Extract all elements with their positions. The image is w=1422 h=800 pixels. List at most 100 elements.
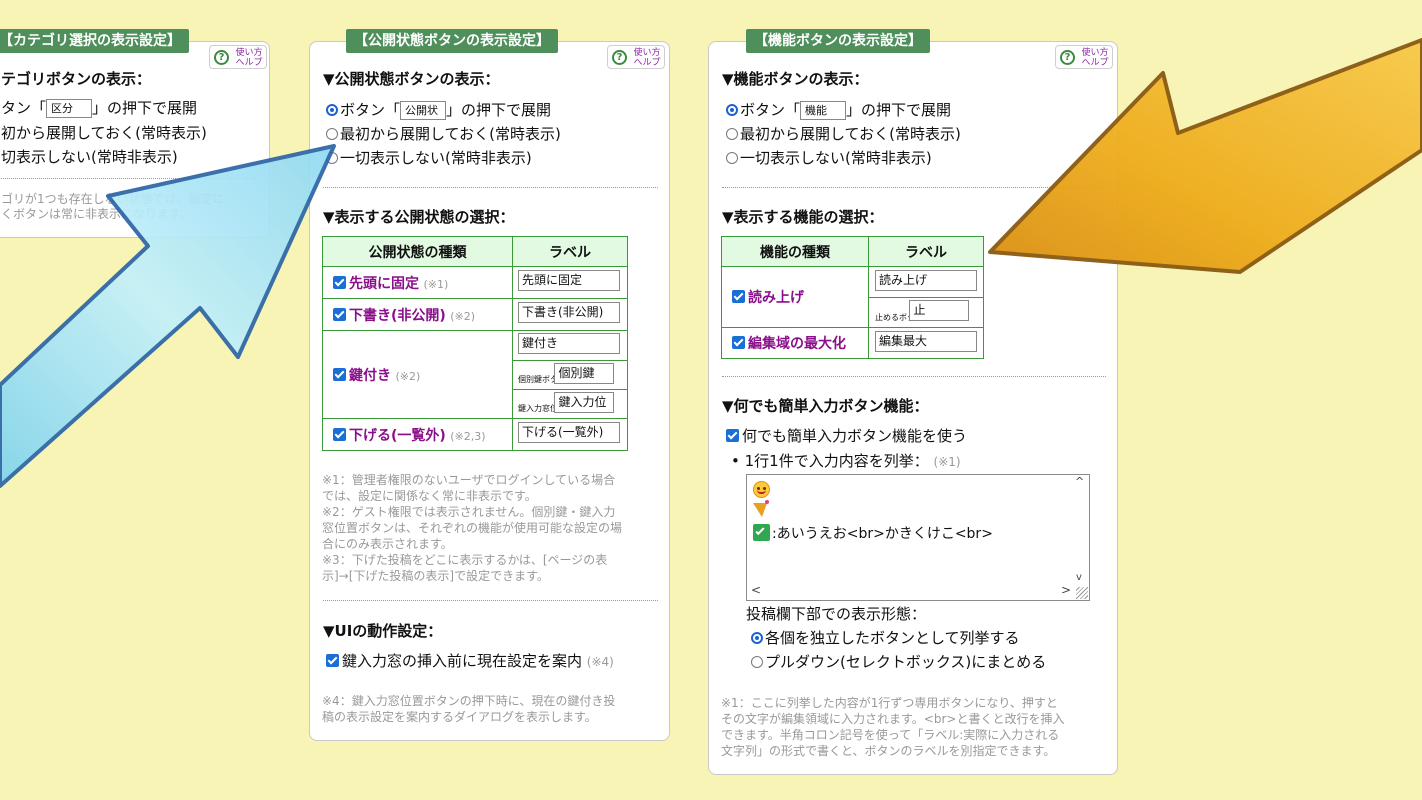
column-header-label: ラベル xyxy=(868,236,984,267)
radio-option-always-show[interactable]: 最初から展開しておく(常時表示) xyxy=(326,124,561,144)
divider xyxy=(722,376,1106,377)
column-header-type: 機能の種類 xyxy=(721,236,869,267)
sub-caption: 個別鍵ボタン xyxy=(518,375,566,384)
section-heading: ▼何でも簡単入力ボタン機能： xyxy=(722,397,929,415)
scroll-right-icon[interactable]: > xyxy=(1061,583,1071,597)
checkbox-pin[interactable] xyxy=(333,275,346,289)
checkbox-lower[interactable] xyxy=(333,427,346,441)
note-line: ※4：鍵入力窓位置ボタンの押下時に、現在の鍵付き投 xyxy=(322,694,616,708)
type-cell: 下書き(非公開) (※2) xyxy=(322,298,513,331)
radio-unselected[interactable] xyxy=(726,152,738,164)
checkbox-read-aloud[interactable] xyxy=(732,290,745,303)
scroll-down-icon[interactable]: v xyxy=(1076,572,1082,583)
help-button[interactable]: ? 使い方ヘルプ xyxy=(607,45,665,69)
label-input-maximize[interactable]: 編集最大 xyxy=(875,330,977,352)
type-name: 読み上げ xyxy=(748,290,804,306)
label-input-stop[interactable]: 止 xyxy=(909,300,970,321)
function-button-label-input[interactable]: 機能 xyxy=(800,101,847,120)
help-button[interactable]: ? 使い方ヘルプ xyxy=(1055,45,1113,69)
radio-selected[interactable] xyxy=(726,104,738,116)
resize-grip-icon[interactable] xyxy=(1076,587,1088,599)
textarea-line: :あいうえお<br>かきくけこ<br> xyxy=(772,526,993,542)
divider xyxy=(323,600,658,601)
option-text: プルダウン(セレクトボックス)にまとめる xyxy=(765,653,1047,671)
option-text: タン「 xyxy=(1,99,47,117)
label-input-lower[interactable]: 下げる(一覧外) xyxy=(518,422,620,443)
radio-option-never-show[interactable]: 切表示しない(常時非表示) xyxy=(1,147,178,167)
radio-option-button-expand[interactable]: タン「 区分 」の押下で展開 xyxy=(1,98,197,118)
checkbox-maximize[interactable] xyxy=(732,336,745,349)
visibility-button-label-input[interactable]: 公開状 xyxy=(400,101,447,120)
label-input-individual-key[interactable]: 個別鍵 xyxy=(554,362,615,384)
note-line: 窓位置ボタンは、それぞれの機能が使用可能な設定の場 xyxy=(322,521,623,535)
divider xyxy=(323,187,658,188)
section-heading: ▼UIの動作設定： xyxy=(323,622,443,640)
scroll-up-icon[interactable]: ^ xyxy=(1075,475,1084,488)
option-text: 」の押下で展開 xyxy=(92,99,198,117)
radio-option-independent-buttons[interactable]: 各個を独立したボタンとして列挙する xyxy=(751,628,1020,648)
divider xyxy=(1,178,256,179)
panel-title: 【カテゴリ選択の表示設定】 xyxy=(0,29,189,53)
section-heading: ▼公開状態ボタンの表示： xyxy=(323,70,500,88)
radio-option-always-show[interactable]: 最初から展開しておく(常時表示) xyxy=(726,124,961,144)
help-label: 使い方ヘルプ xyxy=(633,48,661,68)
radio-unselected[interactable] xyxy=(326,152,338,164)
section-heading: ▼機能ボタンの表示： xyxy=(722,70,869,88)
help-label: 使い方ヘルプ xyxy=(1081,48,1109,68)
radio-option-never-show[interactable]: 一切表示しない(常時非表示) xyxy=(726,148,932,168)
radio-unselected[interactable] xyxy=(726,128,738,140)
checkbox-key-guide[interactable] xyxy=(326,654,339,667)
label-input-read-aloud[interactable]: 読み上げ xyxy=(875,269,977,291)
function-types-table: 機能の種類 ラベル 読み上げ 読み上げ 止めるボタン 止 編集域の最大化 編集最… xyxy=(721,236,984,359)
radio-option-button-expand[interactable]: ボタン「 機能 」の押下で展開 xyxy=(726,100,951,120)
radio-option-always-show[interactable]: 初から展開しておく(常時表示) xyxy=(1,123,207,143)
checkbox-draft[interactable] xyxy=(333,307,346,321)
party-popper-emoji-icon xyxy=(753,500,769,517)
label-cell: 個別鍵ボタン 個別鍵 xyxy=(512,360,628,390)
checkbox-lock[interactable] xyxy=(333,367,346,381)
label-input-lock[interactable]: 鍵付き xyxy=(518,333,620,354)
label-input-pin[interactable]: 先頭に固定 xyxy=(518,270,620,291)
help-icon: ? xyxy=(214,50,229,65)
help-button[interactable]: ? 使い方ヘルプ xyxy=(209,45,267,69)
list-label: • 1行1件で入力内容を列挙： (※1) xyxy=(731,451,961,472)
checkbox-option-key-guide[interactable]: 鍵入力窓の挿入前に現在設定を案内 (※4) xyxy=(326,651,614,672)
horizontal-scrollbar[interactable]: < > xyxy=(747,582,1073,600)
note-line: ※2：ゲスト権限では表示されません。個別鍵・鍵入力 xyxy=(322,505,616,519)
type-cell: 鍵付き (※2) xyxy=(322,330,513,419)
radio-option-never-show[interactable]: 一切表示しない(常時非表示) xyxy=(326,148,532,168)
radio-unselected[interactable] xyxy=(326,128,338,140)
note-ref: (※1) xyxy=(423,277,449,291)
note-line: ゴリが1つも存在しない状態では、設定に xyxy=(1,192,225,206)
option-text: 一切表示しない(常時非表示) xyxy=(340,149,532,167)
column-header-label: ラベル xyxy=(512,236,628,267)
note-ref: (※2) xyxy=(395,369,421,383)
option-text: 各個を独立したボタンとして列挙する xyxy=(765,629,1020,647)
panel-title: 【機能ボタンの表示設定】 xyxy=(746,29,930,53)
panel-title: 【公開状態ボタンの表示設定】 xyxy=(346,29,558,53)
radio-selected[interactable] xyxy=(751,632,763,644)
radio-selected[interactable] xyxy=(326,104,338,116)
radio-option-pulldown[interactable]: プルダウン(セレクトボックス)にまとめる xyxy=(751,652,1046,672)
easy-input-textarea[interactable]: :あいうえお<br>かきくけこ<br> ^ v < > xyxy=(746,474,1090,601)
label-cell: 鍵入力窓位置 鍵入力位 xyxy=(512,389,628,419)
label-cell: 編集最大 xyxy=(868,327,984,359)
note-line: くボタンは常に非表示になります。 xyxy=(1,207,192,221)
radio-unselected[interactable] xyxy=(751,656,763,668)
vertical-scrollbar[interactable]: ^ v xyxy=(1073,475,1089,583)
radio-option-button-expand[interactable]: ボタン「 公開状 」の押下で展開 xyxy=(326,100,551,120)
section-heading: ▼表示する機能の選択： xyxy=(722,208,884,226)
checkbox-easy-input[interactable] xyxy=(726,429,739,442)
label-cell: 読み上げ xyxy=(868,266,984,298)
note-line: 稿の表示設定を案内するダイアログを表示します。 xyxy=(322,710,597,724)
label-input-key-position[interactable]: 鍵入力位 xyxy=(554,391,615,413)
type-name: 先頭に固定 xyxy=(349,275,419,292)
scroll-left-icon[interactable]: < xyxy=(751,583,761,597)
checkbox-option-easy-input[interactable]: 何でも簡単入力ボタン機能を使う xyxy=(726,426,967,446)
label-input-draft[interactable]: 下書き(非公開) xyxy=(518,302,620,323)
option-text: 1行1件で入力内容を列挙： xyxy=(744,452,929,470)
type-cell: 下げる(一覧外) (※2,3) xyxy=(322,418,513,451)
option-text: 最初から展開しておく(常時表示) xyxy=(340,125,561,143)
note-line: ※3：下げた投稿をどこに表示するかは、[ページの表 xyxy=(322,553,608,567)
category-button-label-input[interactable]: 区分 xyxy=(46,99,93,118)
